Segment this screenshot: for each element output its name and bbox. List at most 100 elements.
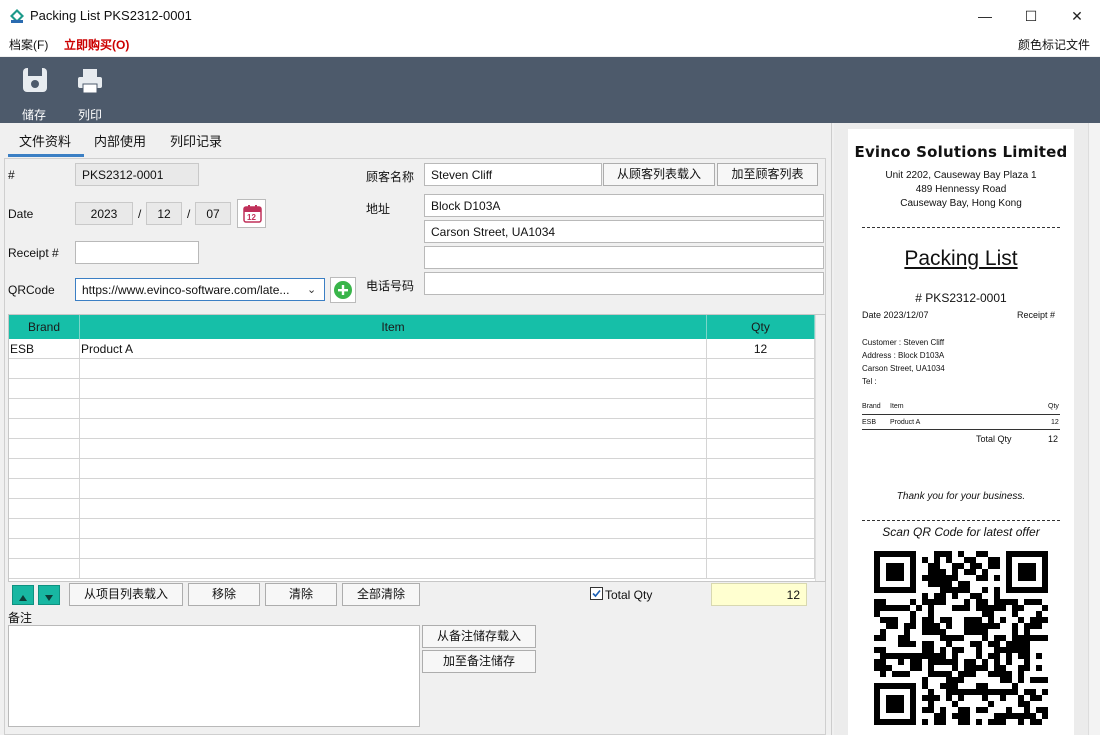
menu-bar: 档案(F) 立即购买(O) 颜色标记文件: [0, 32, 1100, 56]
preview-document-number: # PKS2312-0001: [915, 291, 1007, 305]
cell-brand[interactable]: [9, 359, 80, 379]
date-day-field[interactable]: 07: [195, 202, 231, 225]
notes-textarea[interactable]: [8, 625, 420, 727]
column-header-qty[interactable]: Qty: [707, 315, 815, 339]
total-qty-label: Total Qty: [605, 588, 653, 602]
menu-buy[interactable]: 立即购买(O): [64, 36, 129, 53]
load-notes-button[interactable]: 从备注储存载入: [422, 625, 536, 648]
address-line-2[interactable]: Carson Street, UA1034: [424, 220, 824, 243]
tab-print-log[interactable]: 列印记录: [170, 131, 222, 150]
cell-qty[interactable]: [707, 459, 815, 479]
cell-item[interactable]: [80, 479, 707, 499]
print-preview-page: Evinco Solutions Limited Unit 2202, Caus…: [848, 129, 1074, 735]
tab-document-info[interactable]: 文件资料: [19, 131, 71, 150]
cell-qty[interactable]: [707, 419, 815, 439]
cell-qty[interactable]: [707, 559, 815, 579]
cell-brand[interactable]: [9, 439, 80, 459]
menu-file[interactable]: 档案(F): [9, 36, 48, 53]
cell-qty[interactable]: [707, 479, 815, 499]
menu-color-tag[interactable]: 颜色标记文件: [1018, 36, 1090, 53]
cell-item[interactable]: [80, 519, 707, 539]
cell-item[interactable]: [80, 439, 707, 459]
move-up-button[interactable]: [12, 585, 34, 605]
date-year-field[interactable]: 2023: [75, 202, 133, 225]
arrow-down-icon: [44, 591, 54, 605]
print-label: 列印: [77, 108, 102, 122]
cell-item[interactable]: Product A: [80, 339, 707, 359]
preview-scan-text: Scan QR Code for latest offer: [882, 525, 1040, 539]
load-customer-button[interactable]: 从顾客列表载入: [603, 163, 715, 186]
cell-brand[interactable]: [9, 459, 80, 479]
remove-button[interactable]: 移除: [188, 583, 260, 606]
cell-brand[interactable]: ESB: [9, 339, 80, 359]
phone-label: 电话号码: [366, 279, 415, 293]
cell-item[interactable]: [80, 419, 707, 439]
load-items-button[interactable]: 从项目列表载入: [69, 583, 183, 606]
cell-item[interactable]: [80, 499, 707, 519]
save-button[interactable]: 储存: [10, 63, 58, 122]
items-table: Brand Item Qty ESB Product A 12: [8, 314, 826, 582]
total-qty-checkbox[interactable]: [590, 587, 603, 600]
customer-label: 顾客名称: [366, 170, 415, 184]
column-header-brand[interactable]: Brand: [9, 315, 80, 339]
cell-item[interactable]: [80, 399, 707, 419]
vertical-scrollbar[interactable]: [815, 315, 825, 581]
minimize-button[interactable]: —: [962, 0, 1008, 32]
close-button[interactable]: ✕: [1054, 0, 1100, 32]
preview-receipt: Receipt #: [1017, 310, 1056, 320]
qrcode-select[interactable]: https://www.evinco-software.com/late...: [75, 278, 325, 301]
column-header-item[interactable]: Item: [80, 315, 707, 339]
maximize-button[interactable]: ☐: [1008, 0, 1054, 32]
chevron-down-icon[interactable]: ⌄: [307, 283, 316, 296]
qr-code-image: [874, 551, 1048, 725]
customer-field[interactable]: Steven Cliff: [424, 163, 602, 186]
preview-col-qty: Qty: [1048, 403, 1059, 410]
cell-qty[interactable]: [707, 539, 815, 559]
address-line-3[interactable]: [424, 246, 824, 269]
cell-qty[interactable]: [707, 399, 815, 419]
preview-document-title: Packing List: [904, 247, 1018, 270]
calendar-button[interactable]: 12: [237, 199, 266, 228]
phone-field[interactable]: [424, 272, 824, 295]
save-notes-button[interactable]: 加至备注储存: [422, 650, 536, 673]
add-customer-button[interactable]: 加至顾客列表: [717, 163, 818, 186]
check-icon: [592, 589, 601, 598]
cell-item[interactable]: [80, 459, 707, 479]
cell-brand[interactable]: [9, 479, 80, 499]
toolbar: 储存 列印: [0, 57, 1100, 123]
clear-button[interactable]: 清除: [265, 583, 337, 606]
preview-row-brand: ESB: [862, 419, 877, 426]
cell-item[interactable]: [80, 359, 707, 379]
date-month-field[interactable]: 12: [146, 202, 182, 225]
cell-qty[interactable]: [707, 499, 815, 519]
number-field[interactable]: PKS2312-0001: [75, 163, 199, 186]
cell-item[interactable]: [80, 559, 707, 579]
cell-qty[interactable]: [707, 439, 815, 459]
window-title: Packing List PKS2312-0001: [30, 8, 192, 23]
preview-total: 12: [1048, 434, 1059, 444]
cell-brand[interactable]: [9, 419, 80, 439]
cell-item[interactable]: [80, 539, 707, 559]
cell-qty[interactable]: 12: [707, 339, 815, 359]
cell-item[interactable]: [80, 379, 707, 399]
clear-all-button[interactable]: 全部清除: [342, 583, 420, 606]
move-down-button[interactable]: [38, 585, 60, 605]
cell-qty[interactable]: [707, 379, 815, 399]
cell-qty[interactable]: [707, 359, 815, 379]
cell-brand[interactable]: [9, 379, 80, 399]
receipt-field[interactable]: [75, 241, 199, 264]
print-button[interactable]: 列印: [66, 63, 114, 122]
cell-brand[interactable]: [9, 519, 80, 539]
cell-brand[interactable]: [9, 499, 80, 519]
printer-icon: [76, 67, 104, 98]
add-qrcode-button[interactable]: [330, 277, 356, 303]
cell-brand[interactable]: [9, 399, 80, 419]
address-line-1[interactable]: Block D103A: [424, 194, 824, 217]
cell-brand[interactable]: [9, 539, 80, 559]
tab-internal-use[interactable]: 内部使用: [94, 131, 146, 150]
qrcode-label: QRCode: [8, 283, 55, 297]
preview-scrollbar[interactable]: [1088, 123, 1100, 735]
cell-qty[interactable]: [707, 519, 815, 539]
preview-total-label: Total Qty: [976, 434, 1012, 444]
cell-brand[interactable]: [9, 559, 80, 579]
